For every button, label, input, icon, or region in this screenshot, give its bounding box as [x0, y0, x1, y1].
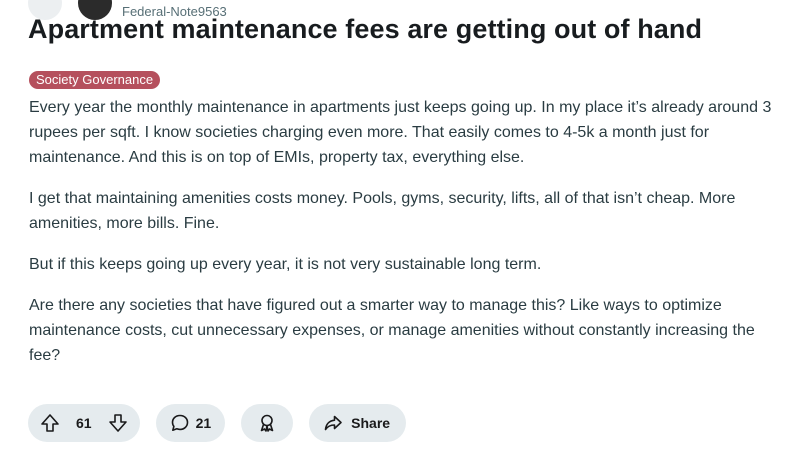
downvote-button[interactable] — [104, 409, 132, 437]
upvote-arrow-icon — [41, 414, 59, 432]
award-button[interactable] — [241, 404, 294, 442]
share-arrow-icon — [324, 415, 342, 431]
share-label: Share — [351, 415, 391, 431]
award-ribbon-icon — [260, 414, 274, 432]
post-title: Apartment maintenance fees are getting o… — [28, 14, 703, 44]
comment-count: 21 — [195, 415, 212, 431]
comment-bubble-icon — [171, 414, 188, 431]
post-body: Every year the monthly maintenance in ap… — [29, 95, 779, 384]
post-paragraph: Every year the monthly maintenance in ap… — [29, 99, 772, 166]
upvote-button[interactable] — [36, 409, 64, 437]
vote-count: 61 — [76, 415, 92, 431]
post-paragraph: I get that maintaining amenities costs m… — [29, 190, 736, 232]
comments-button[interactable]: 21 — [155, 404, 226, 442]
post-actions: 61 21 Share — [28, 404, 407, 442]
vote-control: 61 — [28, 404, 140, 442]
downvote-arrow-icon — [108, 414, 127, 432]
post-flair[interactable]: Society Governance — [29, 71, 161, 89]
post-paragraph: Are there any societies that have figure… — [29, 297, 755, 364]
share-button[interactable]: Share — [309, 404, 407, 442]
post-paragraph: But if this keeps going up every year, i… — [29, 256, 542, 273]
